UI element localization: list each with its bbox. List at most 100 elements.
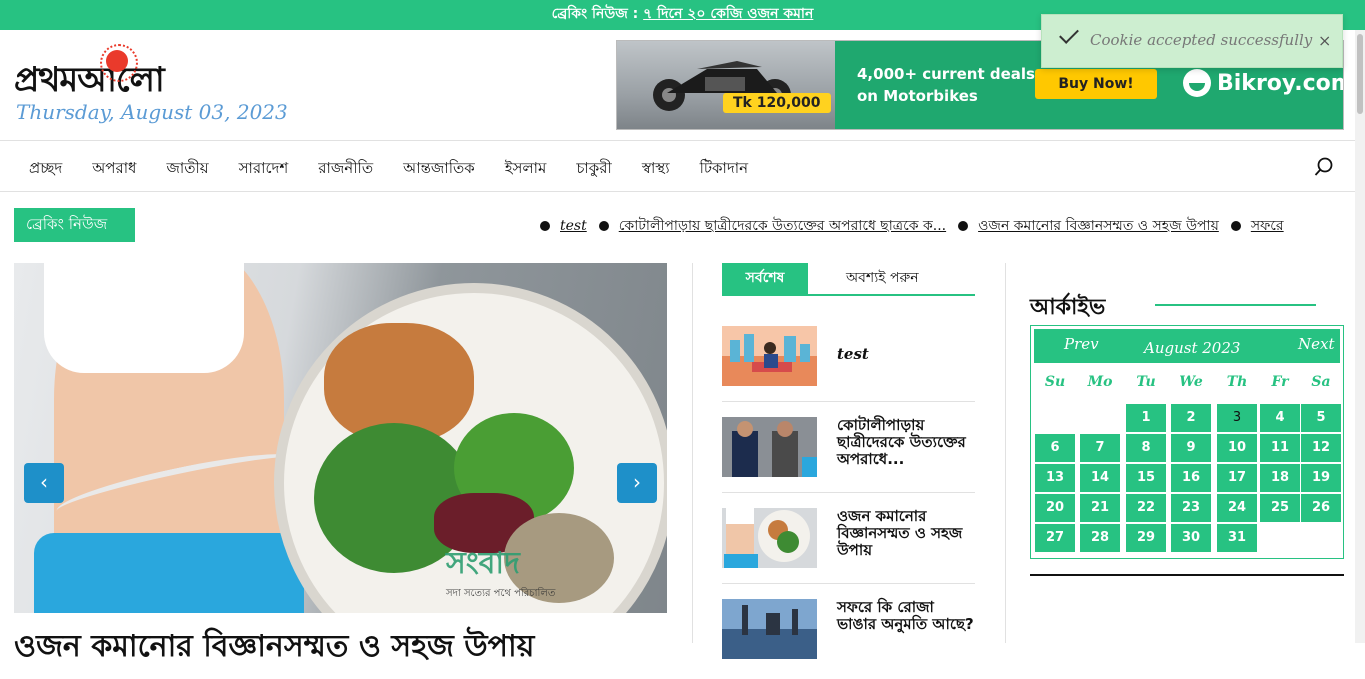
calendar-weekday: We	[1179, 374, 1203, 390]
post-title[interactable]: সফরে কি রোজা ভাঙার অনুমতি আছে?	[837, 599, 977, 633]
slider-next-button[interactable]: ›	[617, 463, 657, 503]
calendar-day[interactable]: 24	[1217, 494, 1257, 522]
nav-item[interactable]: অপরাধ	[92, 157, 136, 182]
calendar-next-link[interactable]: Next	[1298, 335, 1335, 353]
calendar-day[interactable]: 16	[1171, 464, 1211, 492]
post-thumbnail[interactable]	[722, 599, 817, 659]
calendar-day[interactable]: 21	[1080, 494, 1120, 522]
post-item[interactable]: কোটালীপাড়ায় ছাত্রীদেরকে উত্যক্তের অপরা…	[722, 417, 975, 497]
post-divider	[722, 492, 975, 493]
ticker-item[interactable]: কোটালীপাড়ায় ছাত্রীদেরকে উত্যক্তের অপরা…	[598, 214, 946, 238]
post-item[interactable]: ওজন কমানোর বিজ্ঞানসম্মত ও সহজ উপায়	[722, 508, 975, 588]
check-icon	[1059, 24, 1079, 44]
calendar-prev-link[interactable]: Prev	[1064, 335, 1099, 353]
post-title[interactable]: কোটালীপাড়ায় ছাত্রীদেরকে উত্যক্তের অপরা…	[837, 417, 977, 468]
calendar-day[interactable]: 27	[1035, 524, 1075, 552]
ticker-link[interactable]: সফরে	[1251, 218, 1284, 234]
calendar-day[interactable]: 19	[1301, 464, 1341, 492]
calendar-day-today[interactable]: 3	[1217, 404, 1257, 432]
post-thumbnail[interactable]	[722, 508, 817, 568]
post-title[interactable]: ওজন কমানোর বিজ্ঞানসম্মত ও সহজ উপায়	[837, 508, 977, 559]
post-title[interactable]: test	[837, 346, 977, 363]
calendar-day[interactable]: 12	[1301, 434, 1341, 462]
post-tabs: সর্বশেষ অবশ্যই পরুন	[722, 263, 975, 296]
bikroy-smile-icon	[1183, 69, 1211, 97]
calendar-day[interactable]: 6	[1035, 434, 1075, 462]
ad-brand-name: Bikroy.com	[1217, 70, 1344, 96]
calendar-day[interactable]: 5	[1301, 404, 1341, 432]
calendar-day[interactable]: 15	[1126, 464, 1166, 492]
calendar-day[interactable]: 20	[1035, 494, 1075, 522]
post-thumbnail[interactable]	[722, 417, 817, 477]
archive-title-underline	[1155, 304, 1316, 306]
toast-close-button[interactable]: ×	[1318, 31, 1331, 50]
logo-text: প্রথমআলো	[14, 60, 165, 100]
calendar-day[interactable]: 11	[1260, 434, 1300, 462]
calendar-day[interactable]: 2	[1171, 404, 1211, 432]
nav-item[interactable]: সারাদেশ	[239, 157, 289, 182]
ad-motorbike-photo: Tk 120,000	[617, 41, 835, 129]
calendar-day[interactable]: 7	[1080, 434, 1120, 462]
slider-headline[interactable]: ওজন কমানোর বিজ্ঞানসম্মত ও সহজ উপায়	[14, 622, 534, 673]
calendar-day[interactable]: 14	[1080, 464, 1120, 492]
logo-sun-icon	[100, 44, 138, 82]
nav-item[interactable]: ইসলাম	[505, 157, 547, 182]
ticker-item[interactable]: test	[540, 218, 587, 234]
column-divider	[692, 263, 693, 643]
tab-latest[interactable]: সর্বশেষ	[722, 263, 808, 294]
calendar-day[interactable]: 23	[1171, 494, 1211, 522]
calendar-day[interactable]: 18	[1260, 464, 1300, 492]
top-breaking-link[interactable]: ৭ দিনে ২০ কেজি ওজন কমান	[643, 6, 813, 22]
site-logo[interactable]: প্রথমআলো	[14, 44, 204, 104]
search-icon[interactable]	[1314, 157, 1334, 177]
ad-buy-now-button[interactable]: Buy Now!	[1035, 69, 1157, 99]
nav-item[interactable]: টিকাদান	[700, 157, 749, 182]
calendar-day[interactable]: 1	[1126, 404, 1166, 432]
calendar-day[interactable]: 25	[1260, 494, 1300, 522]
nav-item[interactable]: প্রচ্ছদ	[29, 157, 62, 182]
ticker-item[interactable]: সফরে	[1230, 214, 1284, 238]
nav-item[interactable]: চাকুরী	[576, 157, 611, 182]
slider-prev-button[interactable]: ‹	[24, 463, 64, 503]
calendar-day[interactable]: 9	[1171, 434, 1211, 462]
calendar-header: Prev August 2023 Next	[1034, 329, 1340, 363]
calendar-day[interactable]: 10	[1217, 434, 1257, 462]
calendar-day[interactable]: 8	[1126, 434, 1166, 462]
post-divider	[722, 401, 975, 402]
calendar-day[interactable]: 29	[1126, 524, 1166, 552]
slider-image-shorts	[34, 533, 304, 613]
calendar-day[interactable]: 13	[1035, 464, 1075, 492]
featured-slider[interactable]: সংবাদ সদা সত্যের পথে পরিচালিত ‹ ›	[14, 263, 667, 613]
calendar-day[interactable]: 26	[1301, 494, 1341, 522]
ticker-link[interactable]: কোটালীপাড়ায় ছাত্রীদেরকে উত্যক্তের অপরা…	[619, 218, 946, 234]
nav-item[interactable]: আন্তজাতিক	[403, 157, 475, 182]
calendar-weekday: Su	[1044, 374, 1066, 390]
archive-title: আর্কাইভ	[1030, 295, 1106, 320]
nav-item[interactable]: স্বাস্থ্য	[642, 157, 670, 182]
current-date: Thursday, August 03, 2023	[16, 100, 288, 124]
post-thumbnail[interactable]	[722, 326, 817, 386]
scrollbar-thumb[interactable]	[1357, 34, 1363, 114]
nav-item[interactable]: রাজনীতি	[318, 157, 373, 182]
ticker-link[interactable]: ওজন কমানোর বিজ্ঞানসম্মত ও সহজ উপায়	[978, 218, 1219, 234]
archive-calendar: Prev August 2023 Next Su Mo Tu We Th Fr Sa 1 2 3 4…	[1030, 325, 1344, 559]
slider-image-top	[44, 263, 244, 373]
column-divider	[1005, 263, 1006, 643]
calendar-day[interactable]: 30	[1171, 524, 1211, 552]
calendar-day[interactable]: 22	[1126, 494, 1166, 522]
ticker-item[interactable]: ওজন কমানোর বিজ্ঞানসম্মত ও সহজ উপায়	[958, 214, 1219, 238]
nav-item[interactable]: জাতীয়	[166, 157, 208, 182]
calendar-day[interactable]: 28	[1080, 524, 1120, 552]
calendar-day[interactable]: 4	[1260, 404, 1300, 432]
watermark-text: সংবাদ	[446, 546, 520, 581]
page-scrollbar[interactable]	[1355, 30, 1365, 643]
calendar-day[interactable]: 17	[1217, 464, 1257, 492]
cookie-toast: Cookie accepted successfully ×	[1041, 14, 1343, 68]
toast-message: Cookie accepted successfully	[1090, 31, 1313, 49]
ad-line-1: 4,000+ current deals	[857, 65, 1035, 83]
ticker-link[interactable]: test	[560, 218, 587, 234]
post-item[interactable]: সফরে কি রোজা ভাঙার অনুমতি আছে?	[722, 599, 975, 679]
post-item[interactable]: test	[722, 326, 975, 406]
tab-must-read[interactable]: অবশ্যই পরুন	[846, 263, 919, 293]
calendar-day[interactable]: 31	[1217, 524, 1257, 552]
